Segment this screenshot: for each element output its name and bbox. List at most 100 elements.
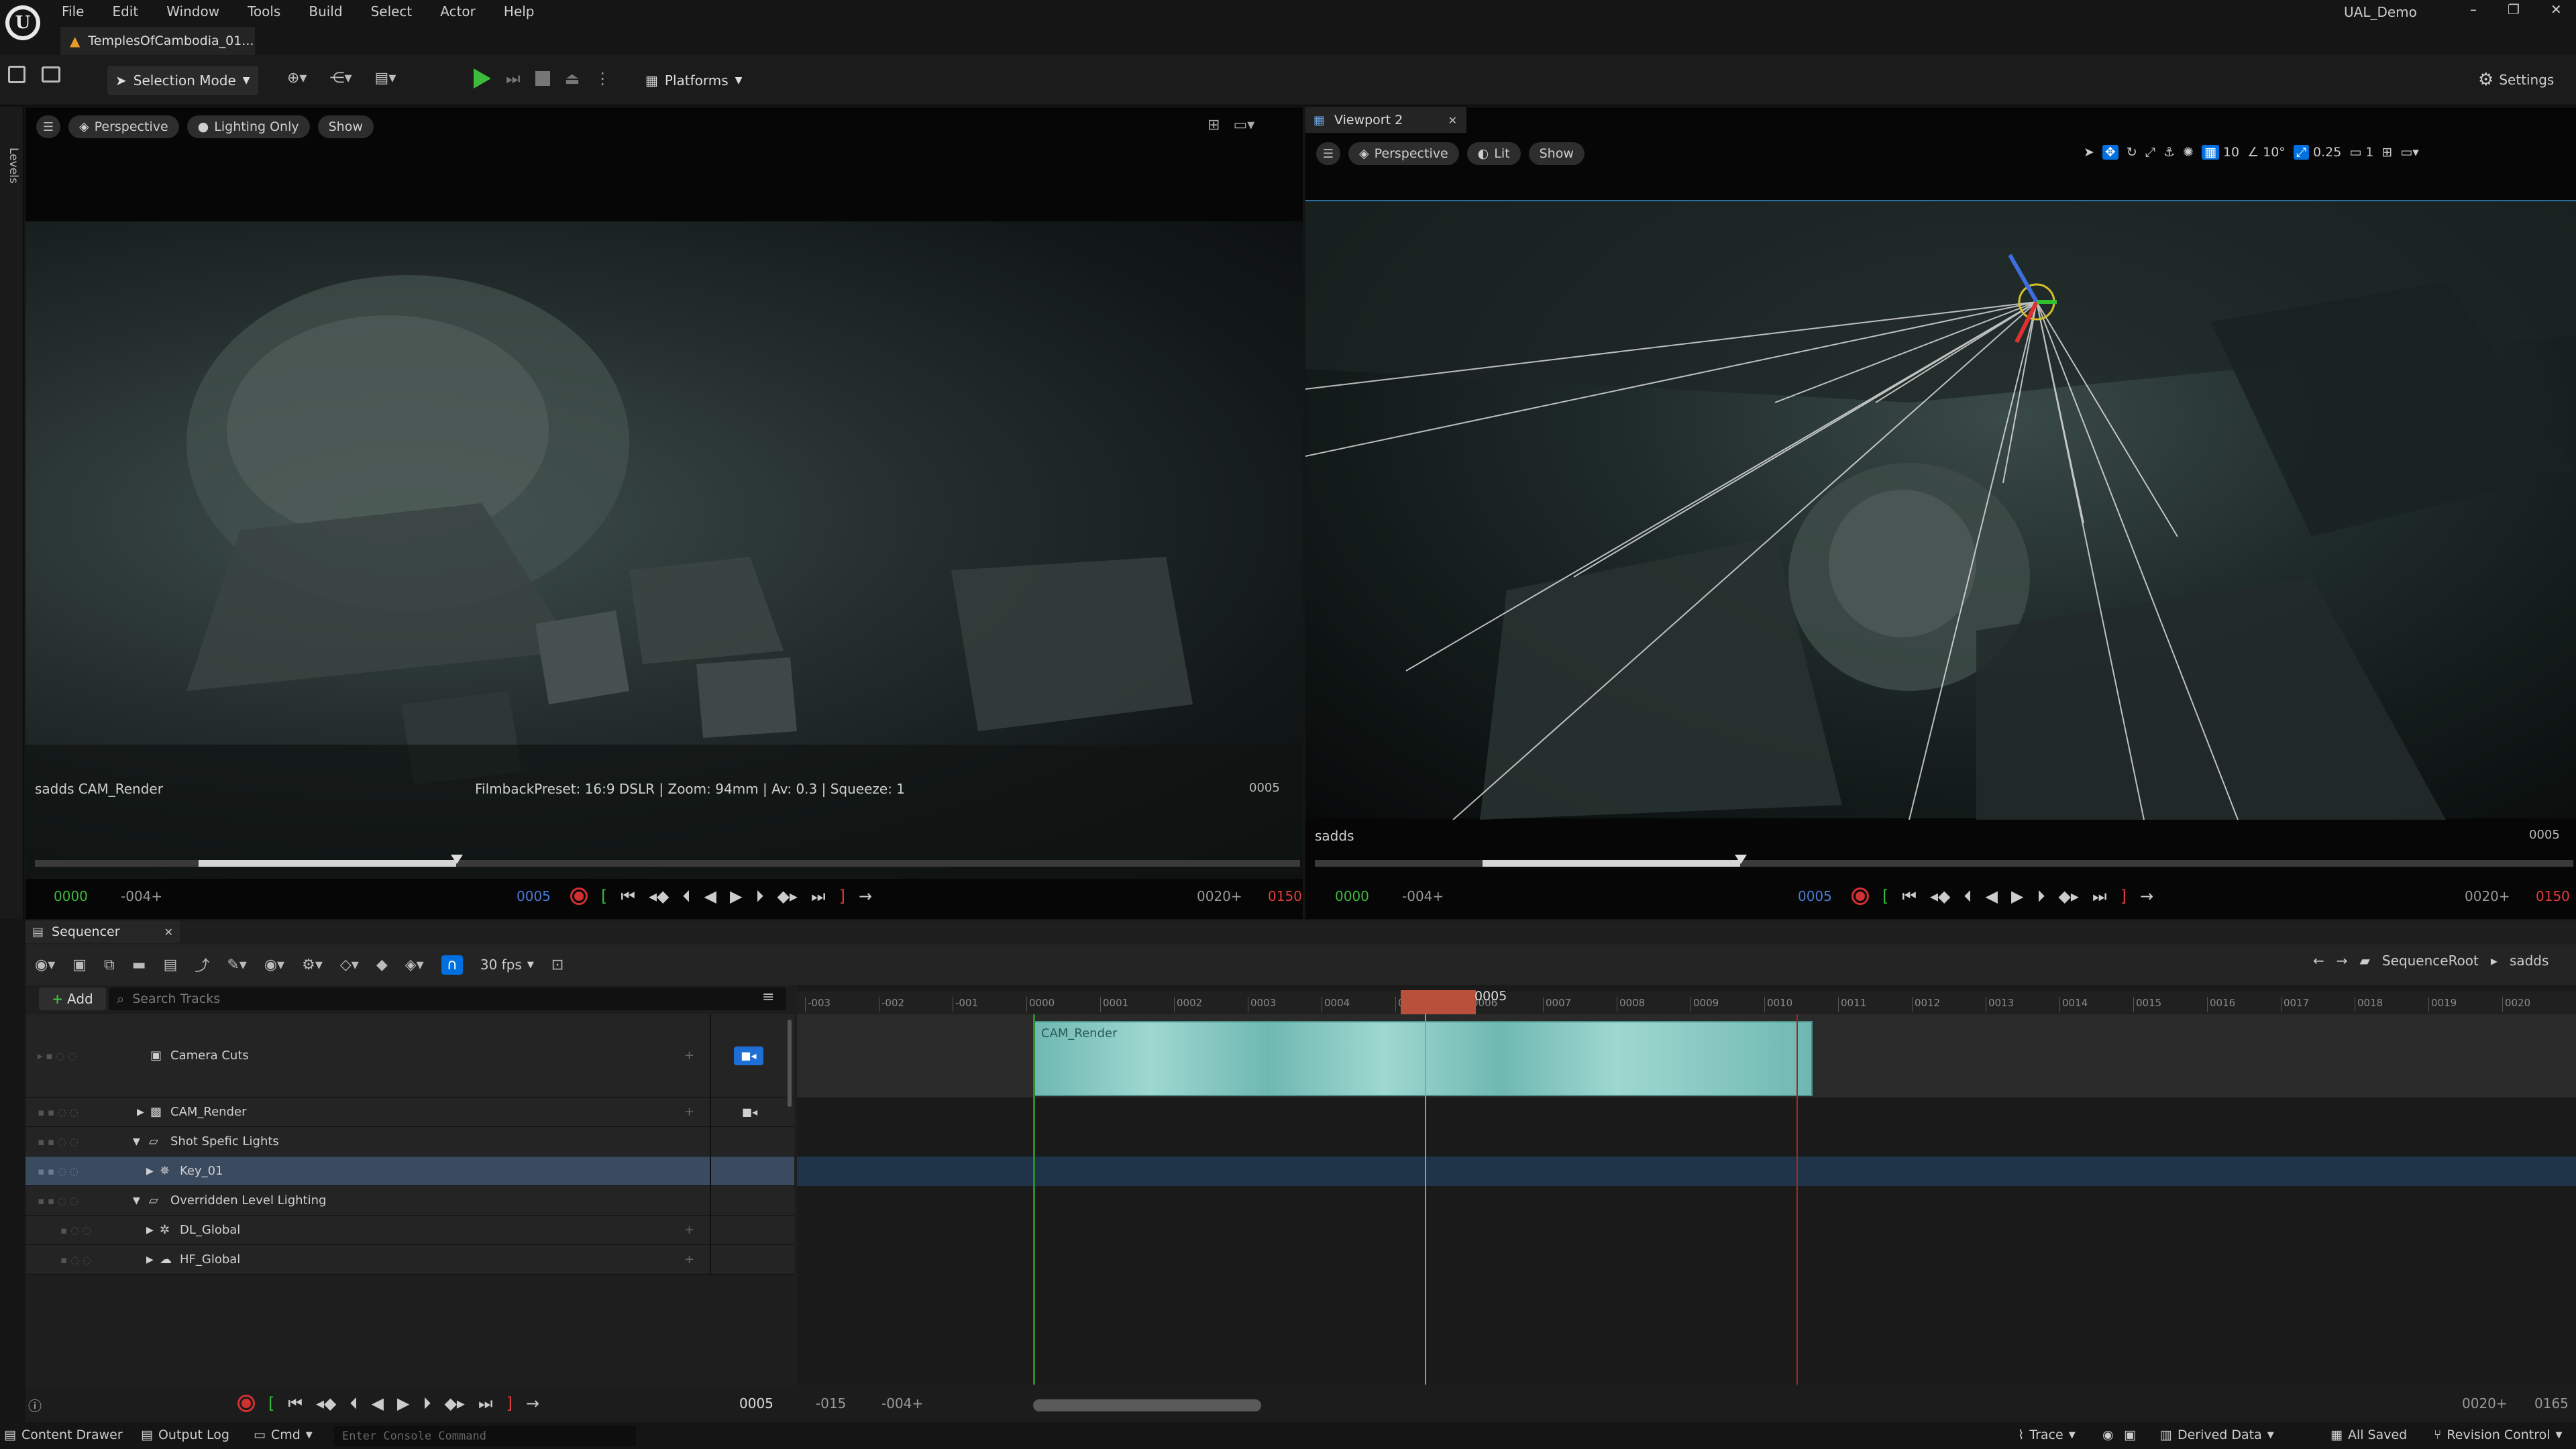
view-end[interactable]: 0165	[2534, 1395, 2569, 1411]
selection-mode-button[interactable]: ➤ Selection Mode ▼	[107, 66, 258, 95]
collapse-icon[interactable]: ▼	[133, 1195, 140, 1206]
jump-start-icon[interactable]: ⏮	[288, 1394, 303, 1413]
expand-icon[interactable]: ▶	[146, 1254, 154, 1265]
step-icon[interactable]: ⏭	[506, 69, 521, 88]
play-forward-icon[interactable]: ▶	[730, 887, 742, 906]
menu-tools[interactable]: Tools	[248, 3, 280, 19]
viewport-2-playhead-marker[interactable]	[1735, 855, 1747, 864]
sequencer-tab[interactable]: ▤ Sequencer ✕	[25, 920, 180, 943]
record-trace-icon[interactable]: ◉	[2102, 1428, 2114, 1442]
jump-end-icon[interactable]: ⏭	[2092, 887, 2107, 906]
rotate-tool-icon[interactable]: ↻	[2127, 145, 2137, 160]
viewport-2-tab[interactable]: ▦ Viewport 2 ✕	[1305, 107, 1466, 133]
viewport-2[interactable]: ▦ Viewport 2 ✕ ☰ ◈ Perspective ◐ Lit Sho…	[1305, 107, 2576, 919]
curve-icon[interactable]: ⤴	[195, 954, 209, 975]
viewport-1-menu-icon[interactable]: ☰	[36, 115, 60, 138]
expand-icon[interactable]: ▶	[146, 1166, 154, 1177]
track-key-01[interactable]: ▪ ▪ ◌ ◌ ▶ ✵ Key_01	[25, 1157, 794, 1186]
close-window-icon[interactable]: ✕	[2551, 1, 2562, 17]
play-reverse-icon[interactable]: ◀	[1986, 887, 1998, 906]
layout-icon[interactable]: ▭▾	[2400, 145, 2419, 160]
forward-icon[interactable]: →	[2337, 953, 2348, 969]
content-drawer-button[interactable]: ▤ Content Drawer	[4, 1428, 123, 1442]
track-dl-global[interactable]: ▪ ◌ ◌ ▶ ✲ DL_Global +	[25, 1216, 794, 1245]
add-section-icon[interactable]: +	[684, 1105, 694, 1119]
set-start-icon[interactable]: [	[1882, 887, 1888, 906]
viewport-maximize-icon[interactable]: ⊞	[1208, 117, 1220, 133]
timeline-area[interactable]: -003-002-0010000000100020003000400050006…	[797, 985, 2576, 1385]
step-forward-icon[interactable]: ⏵	[423, 1394, 431, 1413]
render-movie-icon[interactable]: ▬	[132, 957, 146, 973]
trace-dropdown[interactable]: ⌇ Trace ▼	[2018, 1428, 2076, 1442]
surface-snap-icon[interactable]: ⚓	[2163, 145, 2175, 160]
current-frame[interactable]: 0005	[739, 1395, 773, 1411]
close-tab-icon[interactable]: ✕	[164, 926, 173, 938]
tc-current[interactable]: 0005	[1798, 888, 1832, 904]
fps-dropdown[interactable]: 30 fps ▼	[480, 957, 534, 973]
viewport-1-perspective-button[interactable]: ◈ Perspective	[68, 115, 179, 138]
console-input[interactable]: Enter Console Command	[334, 1426, 636, 1446]
auto-key-icon[interactable]: ◆	[376, 957, 388, 973]
expand-icon[interactable]: ▶	[146, 1225, 154, 1236]
add-section-icon[interactable]: +	[684, 1223, 694, 1237]
record-icon[interactable]	[1851, 888, 1869, 905]
viewport-1-playhead-marker[interactable]	[451, 855, 463, 864]
playback-options-icon[interactable]: ⚙▾	[302, 957, 323, 973]
revision-control-dropdown[interactable]: ⑂ Revision Control ▼	[2434, 1428, 2563, 1442]
add-section-icon[interactable]: +	[684, 1252, 694, 1267]
tc-current[interactable]: 0005	[517, 888, 551, 904]
play-forward-icon[interactable]: ▶	[397, 1394, 409, 1413]
set-start-icon[interactable]: [	[601, 887, 607, 906]
timeline-scrollbar[interactable]	[1033, 1399, 1261, 1411]
world-icon[interactable]: ◉▾	[35, 957, 55, 973]
play-options-icon[interactable]: ⋮	[594, 69, 610, 88]
record-icon[interactable]	[237, 1395, 255, 1412]
menu-select[interactable]: Select	[371, 3, 413, 19]
set-start-icon[interactable]: [	[268, 1394, 274, 1413]
save-sequence-icon[interactable]: ▣	[72, 957, 87, 973]
viewport-2-menu-icon[interactable]: ☰	[1316, 142, 1340, 165]
camera-speed-button[interactable]: ▭ 1	[2349, 145, 2373, 160]
step-back-icon[interactable]: ⏴	[1964, 887, 1972, 906]
track-list-scrollbar[interactable]	[788, 1020, 792, 1107]
tc-end[interactable]: 0150	[2536, 888, 2570, 904]
search-tracks-input[interactable]: ⌕ Search Tracks	[109, 987, 786, 1010]
view-end-offset[interactable]: 0020+	[2462, 1395, 2508, 1411]
close-tab-icon[interactable]: ✕	[1448, 114, 1457, 127]
menu-window[interactable]: Window	[166, 3, 219, 19]
minimize-icon[interactable]: –	[2470, 1, 2477, 17]
jump-start-icon[interactable]: ⏮	[621, 887, 635, 906]
add-section-icon[interactable]: +	[684, 1049, 694, 1063]
step-back-icon[interactable]: ⏴	[683, 887, 691, 906]
grid-snap-toggle[interactable]: ▦ 10	[2201, 145, 2239, 160]
play-reverse-icon[interactable]: ◀	[372, 1394, 384, 1413]
tc-start[interactable]: 0000	[1335, 888, 1369, 904]
viewport-2-scrub-range[interactable]	[1483, 860, 1740, 867]
play-reverse-icon[interactable]: ◀	[704, 887, 716, 906]
prev-key-icon[interactable]: ◂◆	[649, 887, 669, 906]
viewport-2-show-button[interactable]: Show	[1528, 142, 1585, 165]
expand-icon[interactable]: ▶	[137, 1107, 144, 1118]
play-forward-icon[interactable]: ▶	[2011, 887, 2023, 906]
menu-build[interactable]: Build	[309, 3, 342, 19]
stop-icon[interactable]	[535, 71, 550, 86]
tc-offset[interactable]: -004+	[1402, 888, 1444, 904]
jump-end-icon[interactable]: ⏭	[811, 887, 826, 906]
prev-key-icon[interactable]: ◂◆	[316, 1394, 337, 1413]
graph-editor-icon[interactable]: ⊡	[551, 957, 564, 973]
viewport-1[interactable]: ☰ ◈ Perspective ● Lighting Only Show ⊞ ▭…	[25, 107, 1303, 919]
add-track-button[interactable]: + Add	[39, 987, 106, 1010]
track-cam-render[interactable]: ▪ ▪ ◌ ◌ ▶ ▩ CAM_Render + ■◂	[25, 1097, 794, 1127]
prev-key-icon[interactable]: ◂◆	[1930, 887, 1951, 906]
browse-icon[interactable]	[42, 66, 60, 83]
set-end-icon[interactable]: ]	[2121, 887, 2127, 906]
breadcrumb-root[interactable]: SequenceRoot	[2382, 953, 2479, 969]
playhead-line[interactable]	[1425, 1014, 1426, 1385]
derived-data-dropdown[interactable]: ▥ Derived Data ▼	[2160, 1428, 2274, 1442]
camera-cut-icon[interactable]: ■◂	[742, 1106, 757, 1118]
screenshot-icon[interactable]: ▣	[2124, 1428, 2136, 1442]
view-offset[interactable]: -004+	[881, 1395, 923, 1411]
step-forward-icon[interactable]: ⏵	[2037, 887, 2045, 906]
set-end-icon[interactable]: ]	[506, 1394, 513, 1413]
jump-end-icon[interactable]: ⏭	[478, 1394, 493, 1413]
